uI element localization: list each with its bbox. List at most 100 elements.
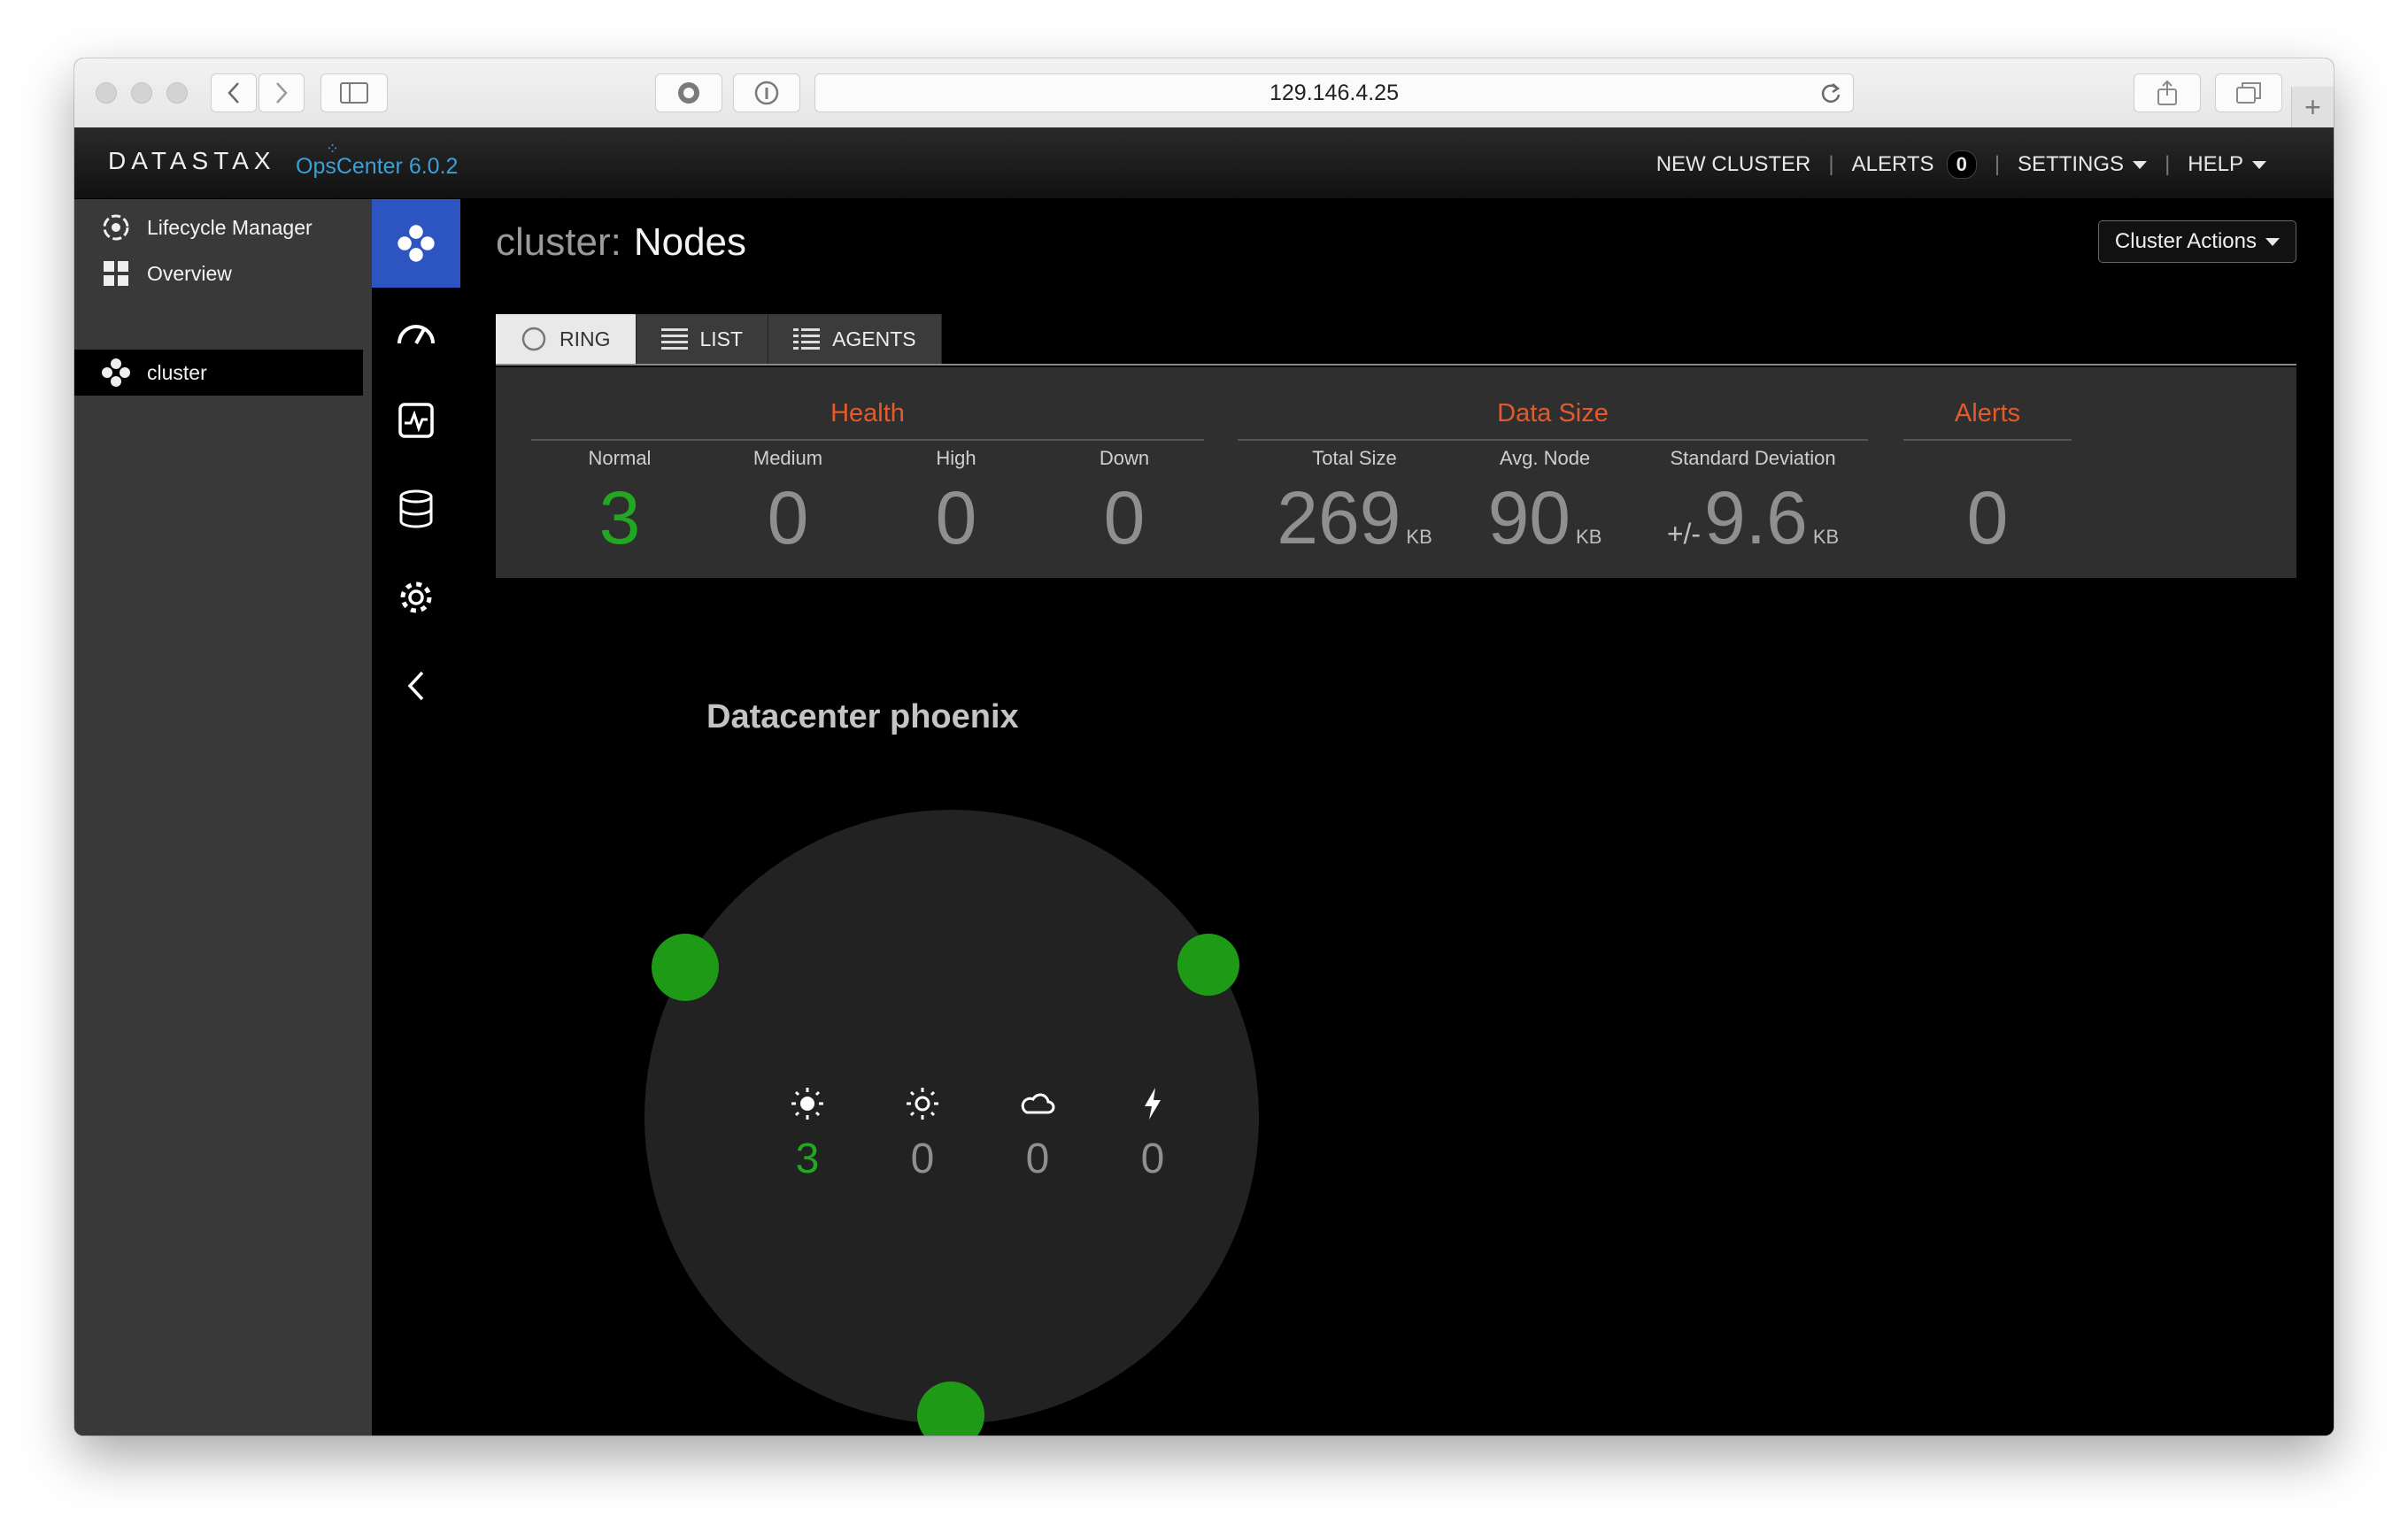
info-icon <box>754 81 779 105</box>
stat-value: 0 <box>767 476 809 559</box>
collapse-chevron-icon <box>407 671 424 701</box>
tabs-overview-button[interactable] <box>2215 73 2282 112</box>
address-bar[interactable]: 129.146.4.25 <box>814 73 1854 112</box>
ring-node[interactable] <box>1177 934 1239 996</box>
stat-value: 0 <box>935 476 977 559</box>
alerts-label: ALERTS <box>1851 152 1934 176</box>
stat-value-row: 269 KB <box>1257 481 1452 555</box>
ring-stat-value: 0 <box>910 1135 935 1182</box>
rail-settings-button[interactable] <box>372 553 460 642</box>
rail-collapse-button[interactable] <box>372 642 460 730</box>
stat-value: 0 <box>1103 476 1146 559</box>
cluster-icon <box>101 358 131 388</box>
nav-divider: | <box>1994 152 2001 176</box>
rail-dashboard-button[interactable] <box>372 288 460 376</box>
new-cluster-link[interactable]: NEW CLUSTER <box>1656 152 1811 177</box>
dashboard-gauge-icon <box>397 325 435 344</box>
data-size-title: Data Size <box>1497 399 1609 427</box>
caret-down-icon <box>2133 161 2148 170</box>
tab-label: RING <box>560 327 611 350</box>
plus-icon: + <box>2304 90 2321 123</box>
sidebar-item-overview[interactable]: Overview <box>74 250 363 296</box>
stats-panel: Health Normal 3 Medium 0 High 0 Down 0 D… <box>496 367 2296 578</box>
sidebar-item-label: cluster <box>147 360 207 384</box>
left-sidebar: Lifecycle Manager Overview cluster <box>74 199 372 1435</box>
stat-value-row: 90 KB <box>1456 481 1633 555</box>
cluster-icon <box>397 225 435 262</box>
datacenter-title: Datacenter phoenix <box>706 698 1019 735</box>
app-header: DATASTAX ⁘ OpsCenter 6.0.2 NEW CLUSTER |… <box>74 127 2334 199</box>
stat-value: 3 <box>598 476 641 559</box>
privacy-report-button[interactable] <box>733 73 800 112</box>
ring-stat-high: 0 <box>1002 1084 1073 1183</box>
help-menu[interactable]: HELP <box>2188 152 2266 177</box>
alerts-count-badge: 0 <box>1946 150 1977 179</box>
stat-value: 269 <box>1277 476 1401 559</box>
cloud-icon <box>1021 1093 1055 1114</box>
alerts-link[interactable]: ALERTS 0 <box>1852 150 1977 179</box>
sidebar-item-cluster[interactable]: cluster <box>74 350 363 396</box>
ring-node[interactable] <box>652 934 719 1001</box>
cluster-actions-button[interactable]: Cluster Actions <box>2097 220 2296 263</box>
std-dev-stat: Standard Deviation +/-9.6 KB <box>1647 447 1859 555</box>
nav-divider: | <box>1828 152 1834 176</box>
ring-stat-down: 0 <box>1117 1084 1188 1183</box>
minimize-window-button[interactable] <box>131 82 152 104</box>
avg-node-stat: Avg. Node 90 KB <box>1456 447 1633 555</box>
stat-value: 9.6 <box>1704 476 1808 559</box>
extension-button[interactable] <box>655 73 722 112</box>
tabs-icon <box>2236 82 2261 104</box>
ring-stat-value: 3 <box>795 1135 820 1182</box>
ring-stat-normal: 3 <box>772 1084 843 1183</box>
product-version: OpsCenter 6.0.2 <box>296 154 459 179</box>
ring-icon <box>521 326 547 352</box>
top-nav: NEW CLUSTER | ALERTS 0 | SETTINGS | HELP <box>1656 150 2266 179</box>
close-window-button[interactable] <box>96 82 117 104</box>
chevron-right-icon <box>276 82 288 104</box>
stat-unit: KB <box>1576 526 1602 548</box>
alerts-rule <box>1903 439 2072 441</box>
health-title: Health <box>830 399 905 427</box>
settings-label: SETTINGS <box>2018 152 2125 176</box>
tab-ring[interactable]: RING <box>496 314 637 364</box>
database-icon <box>399 489 433 528</box>
page-title-prefix: cluster: <box>496 220 621 264</box>
tab-underline <box>496 364 2296 366</box>
gear-icon <box>400 581 432 613</box>
back-button[interactable] <box>211 73 257 112</box>
stat-prefix: +/- <box>1666 518 1702 550</box>
stat-label: High <box>936 447 976 469</box>
settings-menu[interactable]: SETTINGS <box>2018 152 2148 177</box>
page-title: cluster: Nodes <box>496 220 746 265</box>
sidebar-toggle-button[interactable] <box>320 73 388 112</box>
tab-list[interactable]: LIST <box>636 314 769 364</box>
alerts-stat: 0 <box>1908 447 2067 555</box>
stat-label: Total Size <box>1312 447 1397 469</box>
health-down-stat: Down 0 <box>1045 447 1204 555</box>
sidebar-item-label: Overview <box>147 261 232 285</box>
chevron-left-icon <box>228 82 239 104</box>
forward-button[interactable] <box>259 73 305 112</box>
icon-rail <box>372 199 460 1435</box>
lightning-icon <box>1145 1088 1161 1120</box>
share-button[interactable] <box>2134 73 2201 112</box>
browser-window: 129.146.4.25 + DATASTAX ⁘ OpsCenter 6.0.… <box>74 58 2334 1435</box>
health-normal-stat: Normal 3 <box>540 447 699 555</box>
tab-agents[interactable]: AGENTS <box>768 314 942 364</box>
total-size-stat: Total Size 269 KB <box>1257 447 1452 555</box>
datastax-logo[interactable]: DATASTAX <box>108 147 276 175</box>
reload-icon[interactable] <box>1819 81 1842 111</box>
rail-data-button[interactable] <box>372 465 460 553</box>
rail-nodes-button[interactable] <box>372 199 460 288</box>
health-medium-stat: Medium 0 <box>708 447 868 555</box>
new-tab-button[interactable]: + <box>2291 87 2334 127</box>
sun-outline-icon <box>907 1088 938 1120</box>
record-icon <box>678 82 699 104</box>
alerts-title: Alerts <box>1954 399 2021 427</box>
url-text: 129.146.4.25 <box>1270 80 1399 105</box>
stat-label: Avg. Node <box>1499 447 1591 469</box>
zoom-window-button[interactable] <box>166 82 188 104</box>
sidebar-item-lifecycle-manager[interactable]: Lifecycle Manager <box>74 204 363 250</box>
monitor-chart-icon <box>398 403 434 438</box>
rail-monitoring-button[interactable] <box>372 376 460 465</box>
